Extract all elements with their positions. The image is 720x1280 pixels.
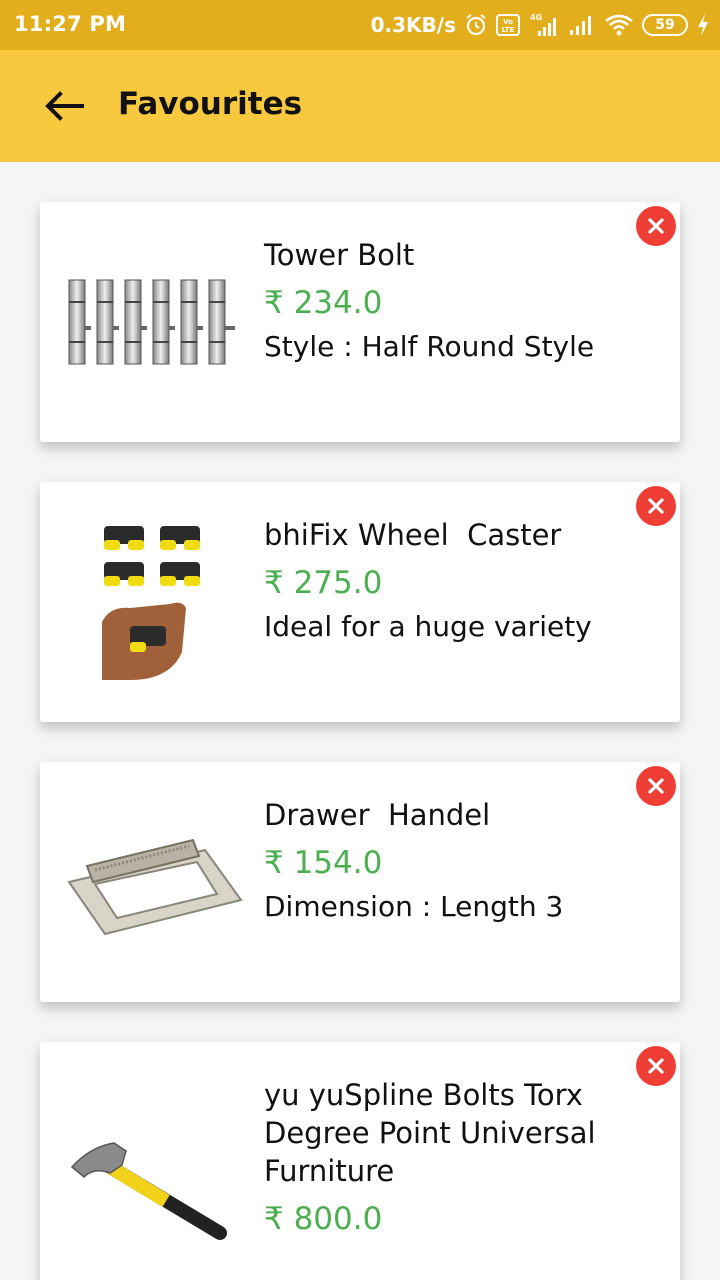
close-icon — [648, 498, 664, 514]
drawer-handle-image — [60, 802, 250, 962]
battery-icon: 59 — [642, 14, 688, 36]
product-name: Drawer Handel — [264, 798, 491, 832]
favourite-card[interactable]: Drawer Handel ₹ 154.0 Dimension : Length… — [40, 762, 680, 1002]
favourite-info: yu yuSpline Bolts Torx Degree Point Univ… — [264, 1076, 620, 1244]
favourite-info: Drawer Handel ₹ 154.0 Dimension : Length… — [264, 796, 620, 926]
signal-icon — [568, 13, 596, 37]
favourite-info: bhiFix Wheel Caster ₹ 275.0 Ideal for a … — [264, 516, 620, 646]
back-button[interactable] — [32, 80, 96, 132]
favourite-info: Tower Bolt ₹ 234.0 Style : Half Round St… — [264, 236, 620, 366]
favourites-list: Tower Bolt ₹ 234.0 Style : Half Round St… — [40, 202, 680, 1280]
product-description: Ideal for a huge variety — [264, 610, 592, 643]
product-name: Tower Bolt — [264, 238, 415, 272]
tower-bolt-image — [60, 242, 250, 402]
status-icons: 0.3KB/s Vo LTE 4G 59 — [371, 10, 710, 40]
product-price: ₹ 154.0 — [264, 845, 383, 881]
svg-text:LTE: LTE — [502, 26, 515, 34]
app-bar: Favourites — [0, 50, 720, 162]
wheel-caster-image — [60, 522, 250, 682]
hammer-image — [60, 1112, 250, 1272]
alarm-icon — [464, 13, 488, 37]
favourite-card[interactable]: yu yuSpline Bolts Torx Degree Point Univ… — [40, 1042, 680, 1280]
close-icon — [648, 218, 664, 234]
favourite-card[interactable]: Tower Bolt ₹ 234.0 Style : Half Round St… — [40, 202, 680, 442]
wifi-icon — [604, 13, 634, 37]
product-price: ₹ 234.0 — [264, 285, 383, 321]
remove-favourite-button[interactable] — [636, 1046, 676, 1086]
product-price: ₹ 275.0 — [264, 565, 383, 601]
battery-level: 59 — [655, 17, 675, 33]
status-time: 11:27 PM — [14, 12, 127, 36]
signal-4g-icon: 4G — [528, 12, 560, 38]
product-name: bhiFix Wheel Caster — [264, 518, 562, 552]
close-icon — [648, 1058, 664, 1074]
product-price: ₹ 800.0 — [264, 1201, 383, 1237]
product-description: Dimension : Length 3 — [264, 890, 564, 923]
product-description: Style : Half Round Style — [264, 330, 595, 363]
close-icon — [648, 778, 664, 794]
charging-icon — [696, 13, 710, 37]
volte-icon: Vo LTE — [496, 13, 520, 37]
network-speed: 0.3KB/s — [370, 13, 456, 37]
svg-text:4G: 4G — [530, 13, 542, 22]
page-title: Favourites — [118, 86, 303, 122]
remove-favourite-button[interactable] — [636, 206, 676, 246]
svg-text:Vo: Vo — [503, 18, 513, 26]
remove-favourite-button[interactable] — [636, 766, 676, 806]
arrow-left-icon — [45, 91, 84, 121]
status-bar: 11:27 PM 0.3KB/s Vo LTE 4G 59 — [0, 0, 720, 50]
favourite-card[interactable]: bhiFix Wheel Caster ₹ 275.0 Ideal for a … — [40, 482, 680, 722]
remove-favourite-button[interactable] — [636, 486, 676, 526]
product-name: yu yuSpline Bolts Torx Degree Point Univ… — [264, 1078, 596, 1188]
